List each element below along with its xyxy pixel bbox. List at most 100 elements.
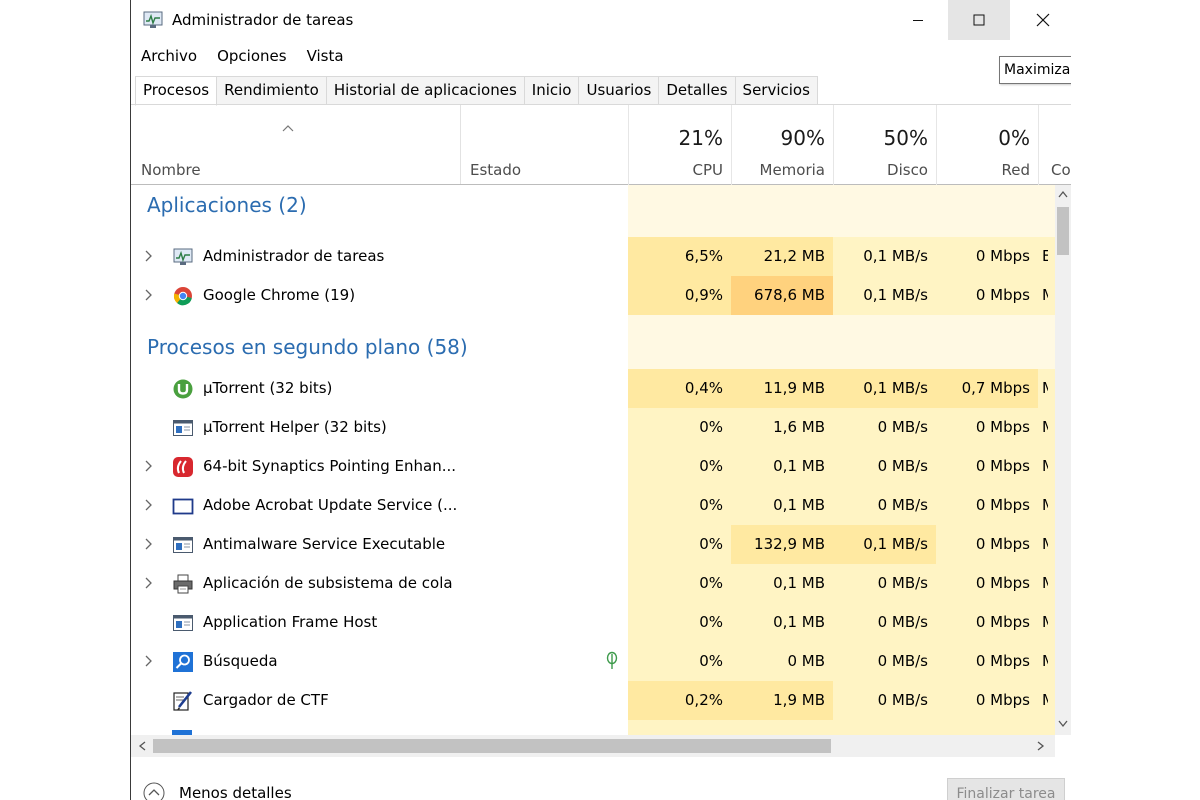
memory-value: 11,9 MB xyxy=(763,379,825,397)
network-cell: 0 Mbps xyxy=(936,642,1038,681)
disk-cell: 0,1 MB/s xyxy=(833,525,936,564)
memory-cell xyxy=(731,720,833,735)
header-extra[interactable]: Co xyxy=(1038,105,1071,184)
tab-rendimiento[interactable]: Rendimiento xyxy=(217,76,327,105)
heat-cell xyxy=(833,315,936,369)
cpu-value: 0,4% xyxy=(684,379,723,397)
table-row[interactable]: Application Frame Host 0% 0,1 MB 0 MB/s … xyxy=(131,603,1055,642)
scroll-down-icon[interactable] xyxy=(1058,720,1068,728)
process-name: Google Chrome (19) xyxy=(203,286,356,304)
tab-servicios[interactable]: Servicios xyxy=(735,76,818,105)
network-value: 0,7 Mbps xyxy=(961,379,1030,397)
header-disco[interactable]: 50% Disco xyxy=(833,105,936,184)
process-name: μTorrent Helper (32 bits) xyxy=(203,418,387,436)
horizontal-scrollbar[interactable] xyxy=(131,735,1055,757)
header-nombre[interactable]: Nombre xyxy=(131,105,460,184)
group-header-background[interactable]: Procesos en segundo plano (58) xyxy=(131,315,1055,369)
disk-cell: 0 MB/s xyxy=(833,408,936,447)
cpu-value: 6,5% xyxy=(684,247,723,265)
disk-cell: 0 MB/s xyxy=(833,603,936,642)
extra-cell: M xyxy=(1038,681,1055,720)
cpu-value: 0% xyxy=(699,496,723,514)
table-row[interactable]: Antimalware Service Executable 0% 132,9 … xyxy=(131,525,1055,564)
tab-historial[interactable]: Historial de aplicaciones xyxy=(326,76,525,105)
extra-value: M xyxy=(1042,574,1048,592)
cpu-cell: 0% xyxy=(628,603,731,642)
network-value: 0 Mbps xyxy=(975,691,1030,709)
extra-cell: M xyxy=(1038,525,1055,564)
chevron-right-icon[interactable] xyxy=(143,249,153,263)
minimize-icon xyxy=(913,20,923,21)
minimize-button[interactable] xyxy=(887,0,949,40)
header-memoria[interactable]: 90% Memoria xyxy=(731,105,833,184)
network-value: 0 Mbps xyxy=(975,418,1030,436)
process-name: Cargador de CTF xyxy=(203,691,329,709)
heat-cell xyxy=(936,185,1038,237)
table-row[interactable]: Google Chrome (19) 0,9% 678,6 MB 0,1 MB/… xyxy=(131,276,1055,315)
extra-value: M xyxy=(1042,496,1048,514)
chevron-right-icon[interactable] xyxy=(143,654,153,668)
disk-value: 0 MB/s xyxy=(877,457,928,475)
close-button[interactable] xyxy=(1012,0,1071,40)
chevron-right-icon[interactable] xyxy=(143,498,153,512)
end-task-button[interactable]: Finalizar tarea xyxy=(947,778,1065,800)
less-details-link[interactable]: Menos detalles xyxy=(179,784,292,800)
app-window-icon xyxy=(173,537,193,553)
table-row[interactable]: Aplicación de subsistema de cola 0% 0,1 … xyxy=(131,564,1055,603)
chevron-right-icon[interactable] xyxy=(143,537,153,551)
table-row[interactable]: μTorrent (32 bits) 0,4% 11,9 MB 0,1 MB/s… xyxy=(131,369,1055,408)
header-red[interactable]: 0% Red xyxy=(936,105,1038,184)
scroll-up-icon[interactable] xyxy=(1058,190,1068,198)
menu-opciones[interactable]: Opciones xyxy=(207,44,296,68)
cpu-value: 0% xyxy=(699,535,723,553)
vertical-scrollbar[interactable] xyxy=(1055,185,1071,735)
extra-value: M xyxy=(1042,535,1048,553)
vertical-scroll-thumb[interactable] xyxy=(1057,207,1069,255)
header-extra-label: Co xyxy=(1051,161,1071,179)
disk-cell: 0 MB/s xyxy=(833,642,936,681)
scroll-left-icon[interactable] xyxy=(138,741,146,751)
footer: Menos detalles Finalizar tarea xyxy=(131,770,1071,800)
header-cpu[interactable]: 21% CPU xyxy=(628,105,731,184)
disk-cell: 0,1 MB/s xyxy=(833,276,936,315)
menu-vista[interactable]: Vista xyxy=(297,44,354,68)
tab-detalles[interactable]: Detalles xyxy=(659,76,736,105)
chevron-up-circle-icon[interactable] xyxy=(143,782,165,800)
maximize-button[interactable] xyxy=(948,0,1010,40)
cpu-value: 0% xyxy=(699,652,723,670)
table-row-partial[interactable] xyxy=(131,720,1055,735)
extra-cell: E xyxy=(1038,237,1055,276)
network-value: 0 Mbps xyxy=(975,457,1030,475)
table-row[interactable]: Búsqueda 0% 0 MB 0 MB/s 0 Mbps M xyxy=(131,642,1055,681)
header-cpu-percent: 21% xyxy=(678,126,723,150)
extra-value: M xyxy=(1042,379,1048,397)
extra-cell: M xyxy=(1038,564,1055,603)
memory-cell: 0 MB xyxy=(731,642,833,681)
chevron-right-icon[interactable] xyxy=(143,576,153,590)
table-row[interactable]: μTorrent Helper (32 bits) 0% 1,6 MB 0 MB… xyxy=(131,408,1055,447)
horizontal-scroll-thumb[interactable] xyxy=(153,739,831,753)
network-cell: 0 Mbps xyxy=(936,525,1038,564)
group-header-apps[interactable]: Aplicaciones (2) xyxy=(131,185,1055,237)
memory-cell: 1,6 MB xyxy=(731,408,833,447)
heat-cell xyxy=(731,185,833,237)
header-estado-label: Estado xyxy=(470,161,522,179)
header-estado[interactable]: Estado xyxy=(460,105,628,184)
extra-value: M xyxy=(1042,691,1048,709)
table-row[interactable]: 64-bit Synaptics Pointing Enhan... 0% 0,… xyxy=(131,447,1055,486)
table-row[interactable]: Cargador de CTF 0,2% 1,9 MB 0 MB/s 0 Mbp… xyxy=(131,681,1055,720)
close-icon xyxy=(1036,13,1050,27)
cpu-value: 0% xyxy=(699,418,723,436)
heat-cell xyxy=(731,315,833,369)
tab-inicio[interactable]: Inicio xyxy=(524,76,580,105)
title-bar[interactable]: Administrador de tareas xyxy=(131,0,1071,40)
table-row[interactable]: Administrador de tareas 6,5% 21,2 MB 0,1… xyxy=(131,237,1055,276)
tab-usuarios[interactable]: Usuarios xyxy=(579,76,660,105)
tab-procesos[interactable]: Procesos xyxy=(135,76,218,106)
chevron-right-icon[interactable] xyxy=(143,288,153,302)
extra-value: E xyxy=(1042,247,1048,265)
chevron-right-icon[interactable] xyxy=(143,459,153,473)
table-row[interactable]: Adobe Acrobat Update Service (... 0% 0,1… xyxy=(131,486,1055,525)
scroll-right-icon[interactable] xyxy=(1037,741,1045,751)
menu-archivo[interactable]: Archivo xyxy=(131,44,207,68)
